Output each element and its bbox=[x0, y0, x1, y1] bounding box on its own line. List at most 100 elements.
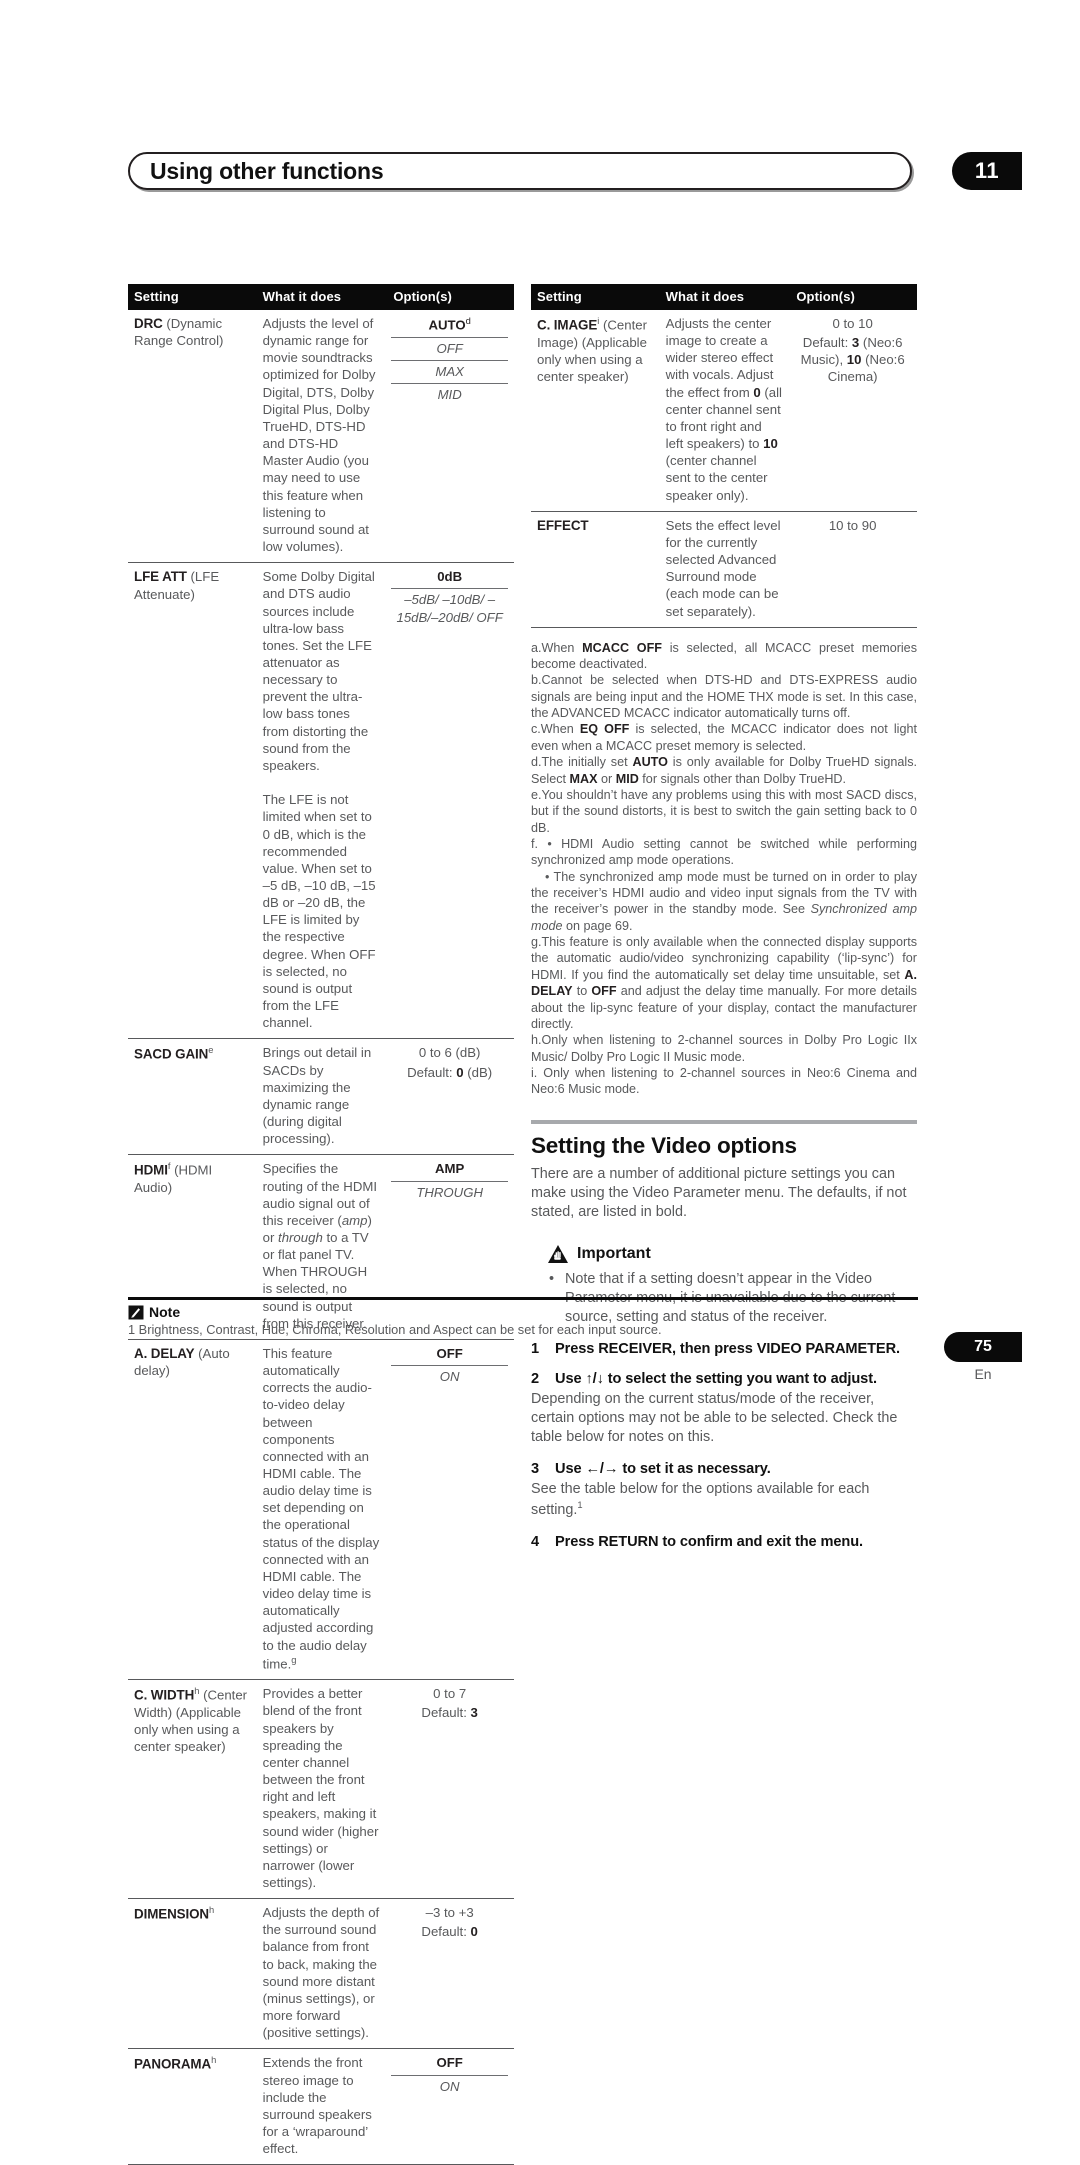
footnote-text: Cannot be selected when DTS-HD and DTS-E… bbox=[531, 673, 917, 721]
setting-cell: C. WIDTHh (Center Width) (Applicable onl… bbox=[128, 1679, 257, 1899]
section-title: Setting the Video options bbox=[531, 1132, 797, 1158]
option-default: Default: 3 (Neo:6 Music), 10 (Neo:6 Cine… bbox=[800, 335, 905, 385]
footnote-label: h. bbox=[531, 1033, 542, 1048]
step-number: 4 bbox=[531, 1533, 540, 1550]
note-item: 1 Brightness, Contrast, Hue, Chroma, Res… bbox=[128, 1322, 662, 1337]
what-paragraph-2: The LFE is not limited when set to 0 dB,… bbox=[262, 792, 376, 1031]
option-range: 0 to 10 bbox=[832, 316, 873, 331]
step-2: 2 Use ↑/↓ to select the setting you want… bbox=[531, 1371, 917, 1387]
col-header-options: Option(s) bbox=[788, 284, 917, 310]
footnote-emphasis: MID bbox=[615, 771, 639, 786]
option-item: MID bbox=[391, 382, 508, 406]
step-number: 3 bbox=[531, 1460, 540, 1477]
footnote-text: The initially set bbox=[541, 755, 633, 770]
option-item: OFF bbox=[436, 1345, 463, 1361]
up-down-arrow-icon: ↑/↓ bbox=[585, 1370, 604, 1387]
what-cell: Sets the effect level for the currently … bbox=[659, 510, 789, 627]
footnote-text: When bbox=[540, 722, 580, 737]
language-code: En bbox=[974, 1366, 992, 1382]
footnote-item: c.When EQ OFF is selected, the MCACC ind… bbox=[531, 721, 917, 754]
footnote-label: g. bbox=[531, 935, 542, 950]
important-heading: Important bbox=[531, 1244, 917, 1264]
table-row: C. WIDTHh (Center Width) (Applicable onl… bbox=[128, 1679, 514, 1899]
left-right-arrow-icon: ←/→ bbox=[585, 1460, 619, 1477]
setting-cell: PANORAMAh bbox=[128, 2048, 257, 2165]
footnote-text: This feature is only available when the … bbox=[531, 935, 917, 982]
footnote-item: e.You shouldn’t have any problems using … bbox=[531, 787, 917, 836]
table-bottom-rule bbox=[531, 626, 917, 628]
right-column: Setting What it does Option(s) C. IMAGEi… bbox=[531, 284, 917, 1550]
col-header-options: Option(s) bbox=[385, 284, 514, 310]
footnote-label: d. bbox=[531, 755, 542, 770]
audio-parameter-table-right: Setting What it does Option(s) C. IMAGEi… bbox=[531, 284, 917, 627]
setting-cell: DRC (Dynamic Range Control) bbox=[128, 310, 257, 563]
note-heading: Note bbox=[128, 1304, 918, 1320]
setting-name: C. IMAGE bbox=[537, 317, 598, 333]
col-header-setting: Setting bbox=[531, 284, 660, 310]
option-item: –5dB/ –10dB/ –15dB/–20dB/ OFF bbox=[391, 588, 508, 628]
footnote-ref: d bbox=[465, 315, 471, 326]
options-cell: 0 to 10 Default: 3 (Neo:6 Music), 10 (Ne… bbox=[788, 310, 917, 511]
table-header-row: Setting What it does Option(s) bbox=[531, 284, 917, 310]
table-row: C. IMAGEi (Center Image) (Applicable onl… bbox=[531, 310, 917, 511]
step-1: 1 Press RECEIVER, then press VIDEO PARAM… bbox=[531, 1341, 917, 1357]
footnote-text: Only when listening to 2-channel sources… bbox=[531, 1066, 917, 1097]
page-number-tab: 75 bbox=[944, 1332, 1022, 1362]
options-cell: 0 to 7 Default: 3 bbox=[385, 1679, 514, 1899]
footnote-ref: g bbox=[291, 1653, 297, 1665]
what-cell: This feature automatically corrects the … bbox=[256, 1338, 386, 1680]
table-row: A. DELAY (Auto delay) This feature autom… bbox=[128, 1338, 514, 1680]
page-title: Using other functions bbox=[150, 158, 384, 184]
footnote-label: e. bbox=[531, 787, 542, 802]
step-text: Press RECEIVER, then press VIDEO PARAMET… bbox=[555, 1340, 900, 1357]
footnote-text: on page 69. bbox=[562, 918, 633, 933]
what-cell: Adjusts the level of dynamic range for m… bbox=[262, 316, 376, 555]
setting-cell: A. DELAY (Auto delay) bbox=[128, 1338, 257, 1680]
option-list: AUTOd OFF MAX MID bbox=[391, 315, 508, 406]
footnote-label: f. bbox=[531, 836, 538, 851]
footnote-text: to bbox=[572, 984, 592, 999]
setting-cell: EFFECT bbox=[531, 510, 660, 627]
option-list: OFF ON bbox=[391, 1345, 508, 1388]
footnote-item: i. Only when listening to 2-channel sour… bbox=[531, 1065, 917, 1098]
note-block: Note 1 Brightness, Contrast, Hue, Chroma… bbox=[128, 1297, 918, 1339]
step-number: 1 bbox=[531, 1340, 540, 1357]
setting-cell: DIMENSIONh bbox=[128, 1898, 257, 2049]
page-header: Using other functions bbox=[128, 152, 914, 192]
footnote-text: for signals other than Dolby TrueHD. bbox=[638, 771, 847, 786]
step-3: 3 Use ←/→ to set it as necessary. bbox=[531, 1461, 917, 1477]
table-header-row: Setting What it does Option(s) bbox=[128, 284, 514, 310]
important-label: Important bbox=[577, 1244, 651, 1262]
option-item: OFF bbox=[436, 2055, 463, 2071]
note-label: Note bbox=[149, 1304, 181, 1320]
footnote-item: a.When MCACC OFF is selected, all MCACC … bbox=[531, 640, 917, 673]
setting-name: PANORAMA bbox=[134, 2056, 212, 2072]
setting-cell: SACD GAINe bbox=[128, 1038, 257, 1155]
footnote-item: • The synchronized amp mode must be turn… bbox=[531, 869, 917, 934]
step-text: Use ←/→ to set it as necessary. bbox=[555, 1460, 771, 1477]
options-cell: 0dB –5dB/ –10dB/ –15dB/–20dB/ OFF bbox=[385, 562, 514, 1039]
setting-name: A. DELAY bbox=[134, 1345, 195, 1361]
option-range: 0 to 7 bbox=[433, 1686, 467, 1702]
table-row: DRC (Dynamic Range Control) Adjusts the … bbox=[128, 310, 514, 563]
option-item: THROUGH bbox=[391, 1180, 508, 1204]
footnote-emphasis: OFF bbox=[591, 984, 617, 999]
footnote-item: d.The initially set AUTO is only availab… bbox=[531, 754, 917, 787]
section-intro: There are a number of additional picture… bbox=[531, 1165, 907, 1220]
footnote-label: b. bbox=[531, 673, 542, 688]
setting-name: C. WIDTH bbox=[134, 1687, 195, 1703]
option-item: AMP bbox=[435, 1161, 465, 1177]
option-default: Default: 3 bbox=[421, 1705, 478, 1721]
option-item: ON bbox=[391, 1365, 508, 1388]
footnote-text: You shouldn’t have any problems using th… bbox=[531, 787, 917, 835]
footnote-emphasis: AUTO bbox=[632, 755, 668, 770]
option-item: ON bbox=[391, 2074, 508, 2098]
options-cell: 0 to 6 (dB) Default: 0 (dB) bbox=[385, 1038, 514, 1155]
step-text: Press RETURN to confirm and exit the men… bbox=[555, 1533, 863, 1550]
setting-name: EFFECT bbox=[537, 517, 589, 533]
what-cell: Extends the front stereo image to includ… bbox=[256, 2048, 386, 2165]
option-list: AMP THROUGH bbox=[391, 1160, 508, 1203]
option-list: OFF ON bbox=[391, 2054, 508, 2097]
step-text: Use ↑/↓ to select the setting you want t… bbox=[555, 1370, 877, 1387]
option-item: MAX bbox=[391, 359, 508, 383]
